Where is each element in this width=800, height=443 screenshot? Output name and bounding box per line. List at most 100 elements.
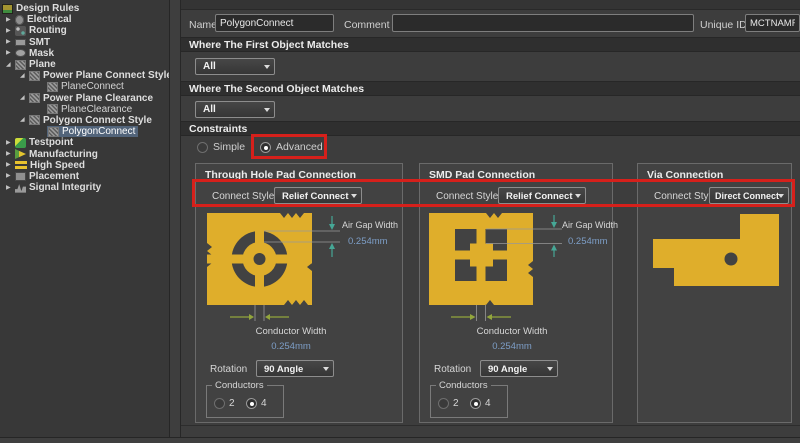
tree-item-design-rules[interactable]: Design Rules bbox=[0, 3, 169, 14]
connect-style-label: Connect Style bbox=[436, 191, 498, 202]
chevron-expanded-icon[interactable] bbox=[6, 60, 15, 70]
conductors-4-label[interactable]: 4 bbox=[261, 398, 267, 409]
unique-id-input[interactable] bbox=[745, 14, 800, 32]
through-hole-rotation-dropdown[interactable]: 90 Angle bbox=[256, 360, 334, 377]
chevron-right-icon[interactable] bbox=[6, 48, 15, 58]
plane-icon bbox=[15, 60, 26, 70]
chevron-down-icon bbox=[264, 108, 270, 115]
simple-mode-radio[interactable] bbox=[197, 142, 208, 153]
conductors-4-label[interactable]: 4 bbox=[485, 398, 491, 409]
chevron-right-icon[interactable] bbox=[6, 171, 15, 181]
chevron-right-icon[interactable] bbox=[6, 37, 15, 47]
via-connect-style-dropdown[interactable]: Direct Connect bbox=[709, 187, 789, 204]
air-gap-width-label: Air Gap Width bbox=[342, 220, 398, 230]
design-rules-folder-icon bbox=[2, 4, 13, 14]
via-hole bbox=[725, 253, 738, 266]
chevron-down-icon bbox=[351, 194, 357, 201]
conductor-width-label: Conductor Width bbox=[442, 326, 582, 337]
tree-item-mask[interactable]: Mask bbox=[0, 48, 169, 59]
tree-item-electrical[interactable]: Electrical bbox=[0, 14, 169, 25]
tree-splitter[interactable] bbox=[170, 0, 181, 437]
panel-title: SMD Pad Connection bbox=[429, 169, 535, 181]
air-gap-width-value: 0.254mm bbox=[568, 236, 608, 247]
rotation-label: Rotation bbox=[210, 364, 247, 375]
name-label: Name bbox=[189, 19, 217, 31]
first-match-section-header: Where The First Object Matches bbox=[181, 37, 800, 52]
rule-type-icon bbox=[29, 115, 40, 125]
tree-item-testpoint[interactable]: Testpoint bbox=[0, 137, 169, 148]
rule-editor-form: Name Comment Unique ID Where The First O… bbox=[181, 0, 800, 437]
conductors-2-label[interactable]: 2 bbox=[229, 398, 235, 409]
tree-item-routing[interactable]: Routing bbox=[0, 25, 169, 36]
advanced-mode-label[interactable]: Advanced bbox=[276, 141, 323, 153]
chevron-down-icon bbox=[778, 194, 784, 201]
tree-item-polygon-connect-style[interactable]: Polygon Connect Style bbox=[0, 115, 169, 126]
smd-connect-style-dropdown[interactable]: Relief Connect bbox=[498, 187, 586, 204]
tree-item-planeclearance[interactable]: PlaneClearance bbox=[0, 104, 169, 115]
conductors-group: Conductors 2 4 bbox=[206, 385, 284, 418]
chevron-expanded-icon[interactable] bbox=[20, 93, 29, 103]
conductors-2-radio[interactable] bbox=[438, 398, 449, 409]
window-bottom-strip bbox=[0, 437, 800, 443]
comment-input[interactable] bbox=[392, 14, 694, 32]
high-speed-icon bbox=[15, 161, 27, 169]
comment-label: Comment bbox=[344, 19, 390, 31]
conductors-4-radio[interactable] bbox=[246, 398, 257, 409]
chevron-down-icon bbox=[547, 367, 553, 374]
chevron-right-icon[interactable] bbox=[6, 26, 15, 36]
chevron-right-icon[interactable] bbox=[6, 183, 15, 193]
smd-pad-connection-panel: SMD Pad Connection Connect Style Relief … bbox=[419, 163, 613, 423]
chevron-expanded-icon[interactable] bbox=[20, 71, 29, 81]
conductors-label: Conductors bbox=[212, 380, 267, 391]
tree-item-high-speed[interactable]: High Speed bbox=[0, 160, 169, 171]
through-hole-connect-style-dropdown[interactable]: Relief Connect bbox=[274, 187, 362, 204]
via-connection-panel: Via Connection Connect Style Direct Conn… bbox=[637, 163, 792, 423]
tree-item-plane[interactable]: Plane bbox=[0, 59, 169, 70]
chevron-right-icon[interactable] bbox=[6, 15, 15, 25]
advanced-mode-radio[interactable] bbox=[260, 142, 271, 153]
design-rules-tree: Design Rules Electrical Routing SMT Mask… bbox=[0, 0, 170, 437]
connect-style-label: Connect Style bbox=[212, 191, 274, 202]
placement-icon bbox=[15, 172, 26, 181]
conductor-width-value: 0.254mm bbox=[221, 341, 361, 352]
conductor-width-label: Conductor Width bbox=[221, 326, 361, 337]
rule-icon bbox=[47, 104, 58, 114]
smd-rotation-dropdown[interactable]: 90 Angle bbox=[480, 360, 558, 377]
unique-id-label: Unique ID bbox=[700, 19, 747, 31]
bottom-divider-line bbox=[181, 425, 800, 426]
rule-type-icon bbox=[29, 71, 40, 81]
through-hole-pad-connection-panel: Through Hole Pad Connection Connect Styl… bbox=[195, 163, 403, 423]
via-direct-connect-preview bbox=[644, 211, 789, 296]
tree-item-power-plane-clearance[interactable]: Power Plane Clearance bbox=[0, 93, 169, 104]
pad-hole bbox=[254, 253, 266, 265]
tree-item-placement[interactable]: Placement bbox=[0, 171, 169, 182]
rule-icon bbox=[47, 82, 58, 92]
chevron-expanded-icon[interactable] bbox=[20, 115, 29, 125]
chevron-down-icon bbox=[264, 65, 270, 72]
conductors-4-radio[interactable] bbox=[470, 398, 481, 409]
tree-item-manufacturing[interactable]: Manufacturing bbox=[0, 148, 169, 159]
air-gap-width-label: Air Gap Width bbox=[562, 220, 618, 230]
conductors-2-label[interactable]: 2 bbox=[453, 398, 459, 409]
first-match-dropdown[interactable]: All bbox=[195, 58, 275, 75]
selected-row-highlight: PolygonConnect bbox=[47, 126, 138, 137]
testpoint-icon bbox=[15, 138, 26, 148]
chevron-right-icon[interactable] bbox=[6, 149, 15, 159]
conductors-label: Conductors bbox=[436, 380, 491, 391]
smt-icon bbox=[15, 39, 26, 46]
name-input[interactable] bbox=[215, 14, 334, 32]
rule-type-icon bbox=[29, 93, 40, 103]
tree-item-polygonconnect-selected[interactable]: PolygonConnect bbox=[0, 126, 169, 137]
tree-item-planeconnect[interactable]: PlaneConnect bbox=[0, 81, 169, 92]
conductors-2-radio[interactable] bbox=[214, 398, 225, 409]
conductor-width-value: 0.254mm bbox=[442, 341, 582, 352]
tree-item-power-plane-connect-style[interactable]: Power Plane Connect Style bbox=[0, 70, 169, 81]
tree-item-signal-integrity[interactable]: Signal Integrity bbox=[0, 182, 169, 193]
tree-item-smt[interactable]: SMT bbox=[0, 37, 169, 48]
simple-mode-label[interactable]: Simple bbox=[213, 141, 245, 153]
chevron-right-icon[interactable] bbox=[6, 138, 15, 148]
rotation-label: Rotation bbox=[434, 364, 471, 375]
chevron-right-icon[interactable] bbox=[6, 160, 15, 170]
second-match-dropdown[interactable]: All bbox=[195, 101, 275, 118]
constraints-section-header: Constraints bbox=[181, 121, 800, 136]
